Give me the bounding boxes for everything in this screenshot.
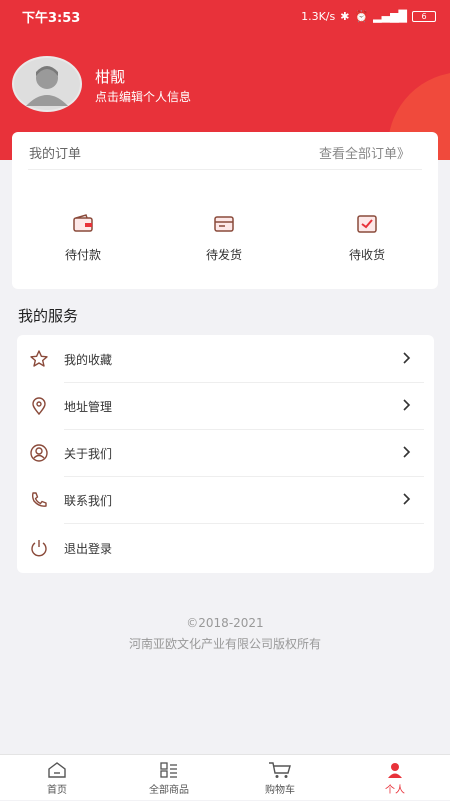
tab-label: 全部商品 — [149, 785, 189, 796]
chevron-right-icon — [403, 446, 411, 458]
chevron-right-icon — [403, 493, 411, 505]
service-label: 地址管理 — [64, 400, 113, 414]
tab-label: 个人 — [385, 785, 405, 796]
user-circle-icon — [30, 444, 48, 462]
copyright-company: 河南亚欧文化产业有限公司版权所有 — [128, 637, 321, 651]
user-name[interactable]: 柑靓 — [95, 66, 125, 87]
package-icon — [214, 216, 234, 232]
tab-all-products[interactable]: 全部商品 — [129, 755, 209, 801]
services-card: 我的收藏 地址管理 关于我们 联系我们 退出登录 — [17, 335, 434, 573]
home-icon — [48, 762, 66, 778]
chevron-right-icon — [403, 352, 411, 364]
tab-cart[interactable]: 购物车 — [240, 755, 320, 801]
service-contact-us[interactable]: 联系我们 — [17, 476, 434, 524]
tab-label: 购物车 — [265, 785, 295, 796]
network-speed: 1.3K/s — [301, 9, 336, 23]
service-address[interactable]: 地址管理 — [17, 382, 434, 430]
tab-home[interactable]: 首页 — [17, 755, 97, 801]
service-label: 我的收藏 — [64, 353, 113, 367]
grid-list-icon — [160, 762, 177, 778]
status-bar: 下午3:53 1.3K/s ✱ ⏰ ▂▄▆█ 6 — [0, 0, 450, 32]
order-item-label: 待收货 — [348, 248, 385, 262]
chevron-right-icon — [403, 399, 411, 411]
services-title: 我的服务 — [18, 307, 79, 325]
orders-title: 我的订单 — [29, 147, 82, 162]
status-time: 下午3:53 — [22, 10, 81, 26]
service-label: 退出登录 — [64, 542, 113, 556]
bottom-tab-bar: 首页 全部商品 购物车 个人 — [0, 754, 450, 800]
alarm-icon: ⏰ — [354, 9, 369, 23]
power-icon — [31, 540, 47, 557]
orders-card: 我的订单 查看全部订单》 待付款 待发货 待收货 — [12, 132, 438, 289]
bluetooth-icon: ✱ — [340, 9, 350, 23]
cart-icon — [269, 762, 291, 778]
service-label: 关于我们 — [64, 447, 113, 461]
battery-icon: 6 — [412, 10, 436, 22]
phone-icon — [31, 492, 47, 507]
service-favorites[interactable]: 我的收藏 — [17, 335, 434, 383]
delivery-check-icon — [357, 215, 377, 233]
signal-icon: ▂▄▆█ — [373, 9, 407, 23]
person-icon — [388, 763, 402, 778]
order-item-label: 待付款 — [64, 248, 101, 262]
order-pending-payment[interactable]: 待付款 — [38, 214, 128, 263]
service-about-us[interactable]: 关于我们 — [17, 429, 434, 477]
status-indicators: 1.3K/s ✱ ⏰ ▂▄▆█ 6 — [301, 10, 436, 23]
order-item-label: 待发货 — [205, 248, 242, 262]
edit-profile-link[interactable]: 点击编辑个人信息 — [95, 88, 191, 105]
order-pending-shipment[interactable]: 待发货 — [179, 214, 269, 263]
divider — [28, 169, 422, 170]
wallet-icon — [73, 214, 93, 232]
copyright-years: ©2018-2021 — [186, 616, 264, 630]
service-label: 联系我们 — [64, 494, 113, 508]
location-pin-icon — [32, 397, 46, 416]
tab-label: 首页 — [47, 785, 67, 796]
view-all-orders-link[interactable]: 查看全部订单》 — [319, 143, 410, 162]
tab-personal[interactable]: 个人 — [355, 755, 435, 801]
star-icon — [30, 350, 48, 367]
service-logout[interactable]: 退出登录 — [17, 524, 434, 572]
order-pending-receipt[interactable]: 待收货 — [322, 214, 412, 263]
avatar[interactable] — [12, 56, 82, 112]
